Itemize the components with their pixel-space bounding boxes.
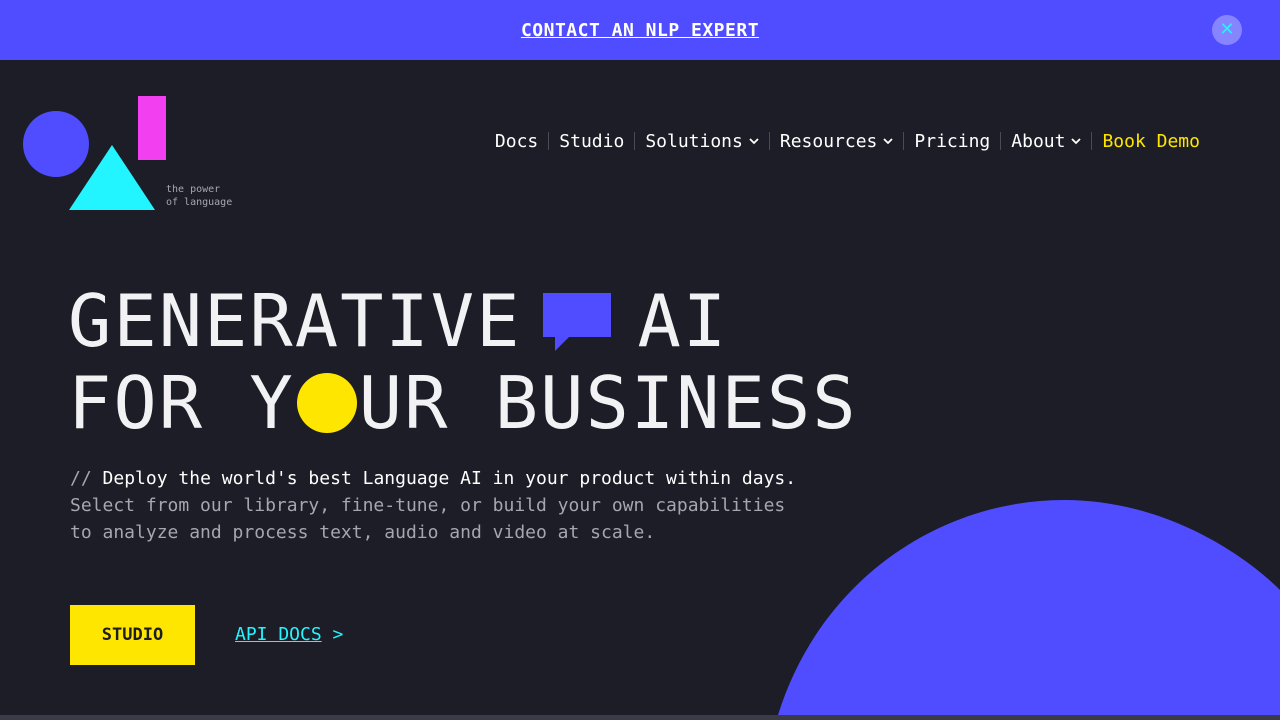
- nav-divider: [903, 132, 905, 150]
- contact-expert-link[interactable]: CONTACT AN NLP EXPERT: [521, 20, 759, 41]
- main-nav: Docs Studio Solutions Resources Pricing …: [495, 128, 1200, 154]
- nav-divider: [768, 132, 770, 150]
- logo-bar: [138, 96, 166, 160]
- yellow-circle-o: [296, 373, 357, 433]
- page-bottom-edge: [0, 715, 1280, 720]
- headline-line-1: GENERATIVE AI: [68, 280, 858, 362]
- hero-subtext: // Deploy the world's best Language AI i…: [70, 465, 830, 546]
- nav-item-label: Solutions: [645, 130, 743, 152]
- nav-item-label: Resources: [779, 130, 878, 152]
- nav-item-about[interactable]: About: [1011, 130, 1082, 152]
- chevron-down-icon: [1071, 138, 1082, 145]
- headline-text-ur-business: UR BUSINESS: [358, 361, 858, 445]
- chevron-down-icon: [883, 138, 894, 145]
- headline-word-generative: GENERATIVE: [68, 279, 522, 363]
- nav-item-label: Pricing: [914, 130, 991, 152]
- nav-item-pricing[interactable]: Pricing: [914, 131, 990, 152]
- nav-item-solutions[interactable]: Solutions: [645, 131, 759, 152]
- logo[interactable]: the power of language: [22, 95, 242, 215]
- hero-headline: GENERATIVE AI FOR Y UR BUSINESS: [68, 280, 858, 444]
- close-icon: ✕: [1219, 19, 1235, 40]
- nav-divider: [1000, 132, 1002, 150]
- logo-tagline-line2: of language: [166, 197, 233, 208]
- headline-line-2: FOR Y UR BUSINESS: [68, 362, 858, 444]
- nav-item-studio[interactable]: Studio: [559, 131, 624, 152]
- logo-tagline: the power of language: [166, 183, 232, 209]
- studio-button-label: STUDIO: [101, 625, 164, 645]
- nav-item-label: About: [1011, 130, 1066, 152]
- api-docs-label: API DOCS: [235, 624, 322, 645]
- logo-circle: [23, 111, 89, 177]
- subtext-prefix: //: [70, 468, 92, 489]
- nav-item-resources[interactable]: Resources: [780, 131, 894, 152]
- speech-bubble-icon: [543, 293, 612, 351]
- arrow-right-icon: >: [332, 624, 344, 645]
- subtext-line-2: Select from our library, fine-tune, or b…: [70, 495, 786, 516]
- headline-word-ai: AI: [637, 279, 729, 363]
- close-banner-button[interactable]: ✕: [1212, 15, 1242, 45]
- headline-text-for-y: FOR Y: [68, 361, 295, 445]
- subtext-lead: Deploy the world's best Language AI in y…: [102, 468, 797, 489]
- chevron-down-icon: [749, 138, 759, 145]
- book-demo-label: Book Demo: [1102, 130, 1200, 152]
- studio-button[interactable]: STUDIO: [70, 605, 195, 665]
- book-demo-link[interactable]: Book Demo: [1102, 131, 1200, 152]
- nav-divider: [1091, 132, 1093, 150]
- decorative-semicircle: [778, 500, 1280, 715]
- nav-divider: [548, 132, 550, 150]
- nav-item-label: Docs: [494, 130, 539, 152]
- subtext-line-3: to analyze and process text, audio and v…: [70, 522, 656, 543]
- top-banner: CONTACT AN NLP EXPERT ✕: [0, 0, 1280, 60]
- nav-divider: [634, 132, 636, 150]
- nav-item-docs[interactable]: Docs: [495, 131, 538, 152]
- logo-tagline-line1: the power: [166, 184, 221, 195]
- nav-item-label: Studio: [559, 130, 625, 152]
- api-docs-link[interactable]: API DOCS >: [235, 624, 343, 645]
